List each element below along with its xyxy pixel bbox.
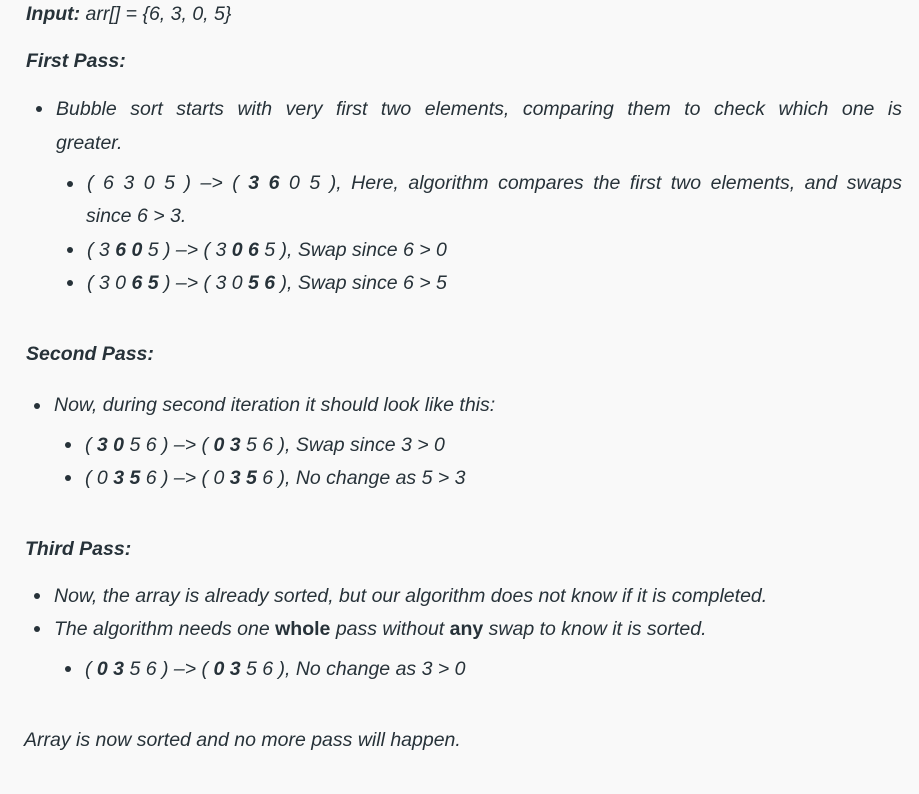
first-pass-step-1: ( 6 3 0 5 ) –> ( 3 6 0 5 ), Here, algori… bbox=[87, 172, 903, 194]
page: { "input": { "label": "Input:", "value":… bbox=[0, 0, 919, 794]
third-pass-note-1: Now, the array is already sorted, but ou… bbox=[54, 585, 768, 607]
third-pass-step-1: ( 0 3 5 6 ) –> ( 0 3 5 6 ), No change as… bbox=[85, 658, 466, 680]
input-value: arr[] = {6, 3, 0, 5} bbox=[80, 3, 232, 25]
second-pass-heading: Second Pass: bbox=[26, 343, 154, 365]
bullet-icon bbox=[36, 106, 42, 112]
bullet-icon bbox=[67, 181, 73, 187]
first-pass-intro-line2: greater. bbox=[56, 132, 123, 154]
first-pass-step-1-cont: since 6 > 3. bbox=[86, 205, 187, 227]
third-pass-note-2: The algorithm needs one whole pass witho… bbox=[54, 618, 707, 640]
first-pass-step-2: ( 3 6 0 5 ) –> ( 3 0 6 5 ), Swap since 6… bbox=[87, 239, 447, 261]
bullet-icon bbox=[67, 280, 73, 286]
input-label: Input: bbox=[26, 3, 81, 25]
first-pass-heading: First Pass: bbox=[26, 50, 126, 72]
bullet-icon bbox=[34, 626, 40, 632]
input-line: Input: arr[] = {6, 3, 0, 5} bbox=[26, 2, 231, 26]
bullet-icon bbox=[34, 593, 40, 599]
second-pass-step-2: ( 0 3 5 6 ) –> ( 0 3 5 6 ), No change as… bbox=[85, 467, 466, 489]
second-pass-intro: Now, during second iteration it should l… bbox=[54, 394, 496, 416]
bullet-icon bbox=[65, 442, 71, 448]
bullet-icon bbox=[65, 475, 71, 481]
first-pass-intro-line1: Bubble sort starts with very first two e… bbox=[56, 98, 902, 120]
third-pass-heading: Third Pass: bbox=[25, 538, 132, 560]
bullet-icon bbox=[65, 666, 71, 672]
bullet-icon bbox=[67, 247, 73, 253]
bullet-icon bbox=[34, 403, 40, 409]
first-pass-step-3: ( 3 0 6 5 ) –> ( 3 0 5 6 ), Swap since 6… bbox=[87, 272, 447, 294]
conclusion-text: Array is now sorted and no more pass wil… bbox=[24, 729, 461, 751]
second-pass-step-1: ( 3 0 5 6 ) –> ( 0 3 5 6 ), Swap since 3… bbox=[85, 434, 445, 456]
